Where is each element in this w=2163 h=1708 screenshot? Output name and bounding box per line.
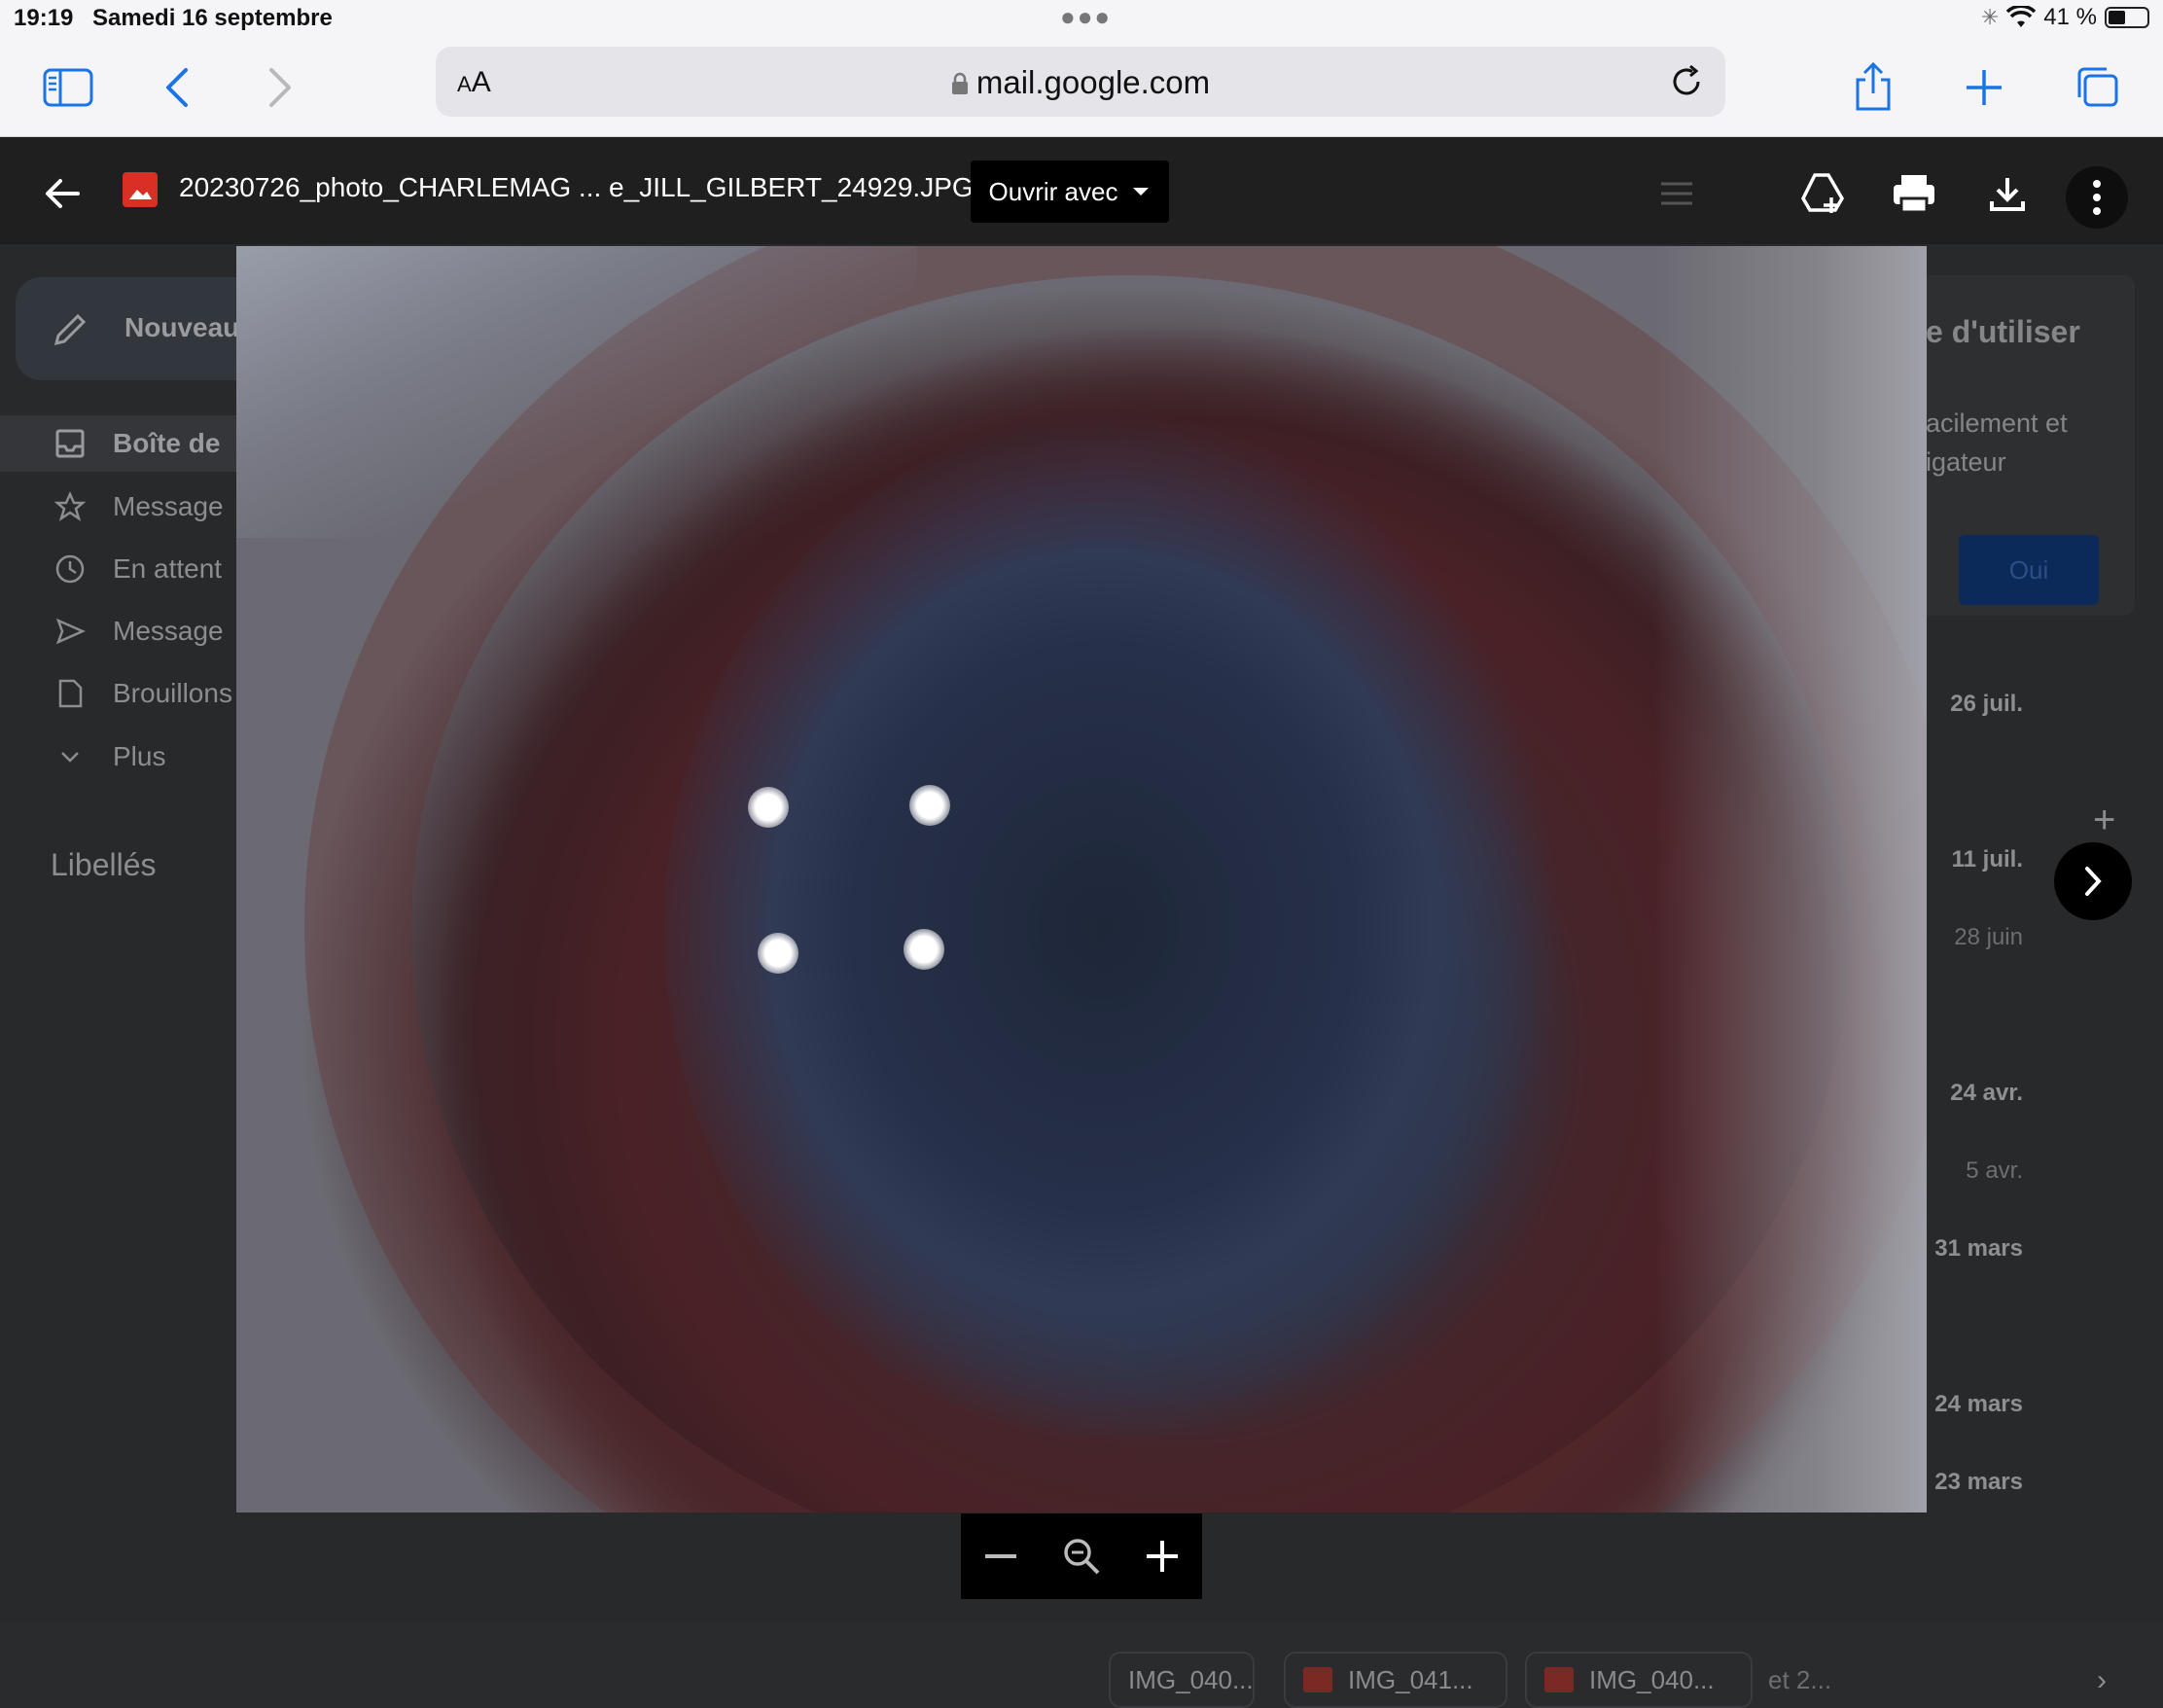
add-to-drive-icon[interactable] (1795, 166, 1850, 221)
zoom-in-button[interactable] (1135, 1529, 1189, 1583)
loading-spinner-icon: ✳ (1980, 5, 2000, 29)
file-name: 20230726_photo_CHARLEMAG ... e_JILL_GILB… (179, 172, 974, 202)
print-icon[interactable] (1887, 166, 1941, 221)
lock-icon (951, 72, 968, 94)
nav-item-inbox[interactable]: Boîte de (0, 415, 263, 472)
open-with-button[interactable]: Ouvrir avec (971, 160, 1169, 223)
email-date: 24 mars (1934, 1391, 2023, 1417)
back-chevron-icon[interactable] (146, 56, 208, 119)
light-reflection (758, 933, 798, 974)
status-date: Samedi 16 septembre (92, 5, 333, 31)
nav-item-starred[interactable]: Message (0, 479, 263, 535)
promo-line-1: acilement et (1926, 409, 2068, 438)
eye-glare (236, 246, 917, 538)
multitasking-dots-icon[interactable]: ●●● (1060, 2, 1112, 32)
chevron-right-icon[interactable]: › (2097, 1664, 2107, 1697)
magnifier-minus-icon (1064, 1539, 1100, 1575)
attachment-name: IMG_041... (1348, 1664, 1473, 1694)
email-date: 24 avr. (1950, 1080, 2023, 1106)
minus-icon (985, 1554, 1017, 1558)
promo-heading: e d'utiliser (1926, 314, 2080, 349)
compose-label: Nouveau (124, 312, 240, 342)
back-arrow-icon[interactable] (35, 166, 89, 221)
zoom-out-button[interactable] (974, 1529, 1028, 1583)
wifi-icon (2006, 6, 2037, 27)
caret-down-icon (1133, 188, 1150, 196)
status-time: 19:19 (14, 5, 74, 31)
image-file-icon (1303, 1667, 1332, 1692)
draft-icon (58, 679, 83, 708)
image-file-icon (123, 172, 158, 207)
light-reflection (909, 785, 950, 826)
share-icon[interactable] (1842, 56, 1904, 119)
nav-item-sent[interactable]: Message (0, 603, 263, 659)
promo-yes-button[interactable]: Oui (1959, 535, 2099, 605)
email-date: 31 mars (1934, 1235, 2023, 1262)
email-date: 5 avr. (1966, 1157, 2023, 1184)
image-file-icon (1544, 1667, 1574, 1692)
tabs-overview-icon[interactable] (2066, 56, 2128, 119)
battery-icon (2105, 7, 2149, 28)
nav-label: Message (113, 491, 224, 521)
add-plus-icon[interactable]: + (2093, 799, 2115, 842)
nav-label: Plus (113, 741, 166, 771)
nav-label: Message (113, 616, 224, 646)
send-icon (55, 618, 86, 645)
reload-icon[interactable] (1665, 60, 1708, 103)
nav-label: Brouillons (113, 678, 232, 708)
new-tab-plus-icon[interactable] (1953, 56, 2015, 119)
more-attachments: et 2... (1768, 1665, 1832, 1694)
zoom-reset-button[interactable] (1054, 1529, 1109, 1583)
forward-chevron-icon[interactable] (249, 56, 311, 119)
status-bar: 19:19 Samedi 16 septembre ●●● ✳ 41 % (0, 0, 2163, 39)
image-preview[interactable] (236, 246, 1927, 1512)
safari-toolbar: AA mail.google.com (0, 39, 2163, 137)
sidebar-toggle-icon[interactable] (37, 56, 99, 119)
nav-label: En attent (113, 553, 223, 584)
address-bar[interactable]: AA mail.google.com (436, 47, 1725, 117)
more-options-icon[interactable] (2066, 166, 2128, 229)
download-icon[interactable] (1980, 166, 2035, 221)
battery-percent: 41 % (2043, 4, 2097, 30)
url-text: mail.google.com (975, 64, 1211, 100)
light-reflection (904, 929, 944, 970)
attachment-chip[interactable]: IMG_041... (1284, 1652, 1507, 1708)
chevron-down-icon (61, 752, 79, 763)
email-date: 23 mars (1934, 1469, 2023, 1495)
status-right: ✳ 41 % (1981, 4, 2149, 31)
chevron-right-icon (2085, 867, 2102, 896)
attachment-chip[interactable]: IMG_040... (1109, 1652, 1255, 1708)
open-with-label: Ouvrir avec (988, 176, 1118, 206)
email-date: 11 juil. (1951, 846, 2023, 872)
attachment-name: IMG_040... (1589, 1664, 1715, 1694)
email-date: 26 juil. (1950, 691, 2023, 717)
filter-settings-icon[interactable] (1649, 166, 1704, 221)
url-display[interactable]: mail.google.com (436, 64, 1725, 101)
pencil-icon (53, 313, 87, 346)
nav-item-more[interactable]: Plus (0, 729, 263, 785)
light-reflection (748, 787, 789, 828)
inbox-icon (55, 429, 85, 458)
email-date: 28 juin (1954, 924, 2023, 950)
next-image-button[interactable] (2054, 842, 2132, 920)
eye-lashes (1654, 246, 1927, 1512)
promo-line-2: igateur (1926, 447, 2006, 477)
star-icon (54, 491, 86, 521)
nav-item-drafts[interactable]: Brouillons (0, 665, 263, 722)
nav-label: Boîte de (113, 428, 221, 458)
zoom-controls (961, 1513, 1202, 1599)
attachment-name: IMG_040... (1128, 1664, 1254, 1694)
viewer-toolbar: 20230726_photo_CHARLEMAG ... e_JILL_GILB… (0, 137, 2163, 244)
labels-heading: Libellés (51, 847, 157, 882)
plus-icon (1146, 1541, 1178, 1572)
nav-item-snoozed[interactable]: En attent (0, 541, 263, 597)
attachment-chip[interactable]: IMG_040... (1525, 1652, 1753, 1708)
clock-icon (55, 554, 85, 584)
eye-pupil (664, 411, 1578, 1442)
